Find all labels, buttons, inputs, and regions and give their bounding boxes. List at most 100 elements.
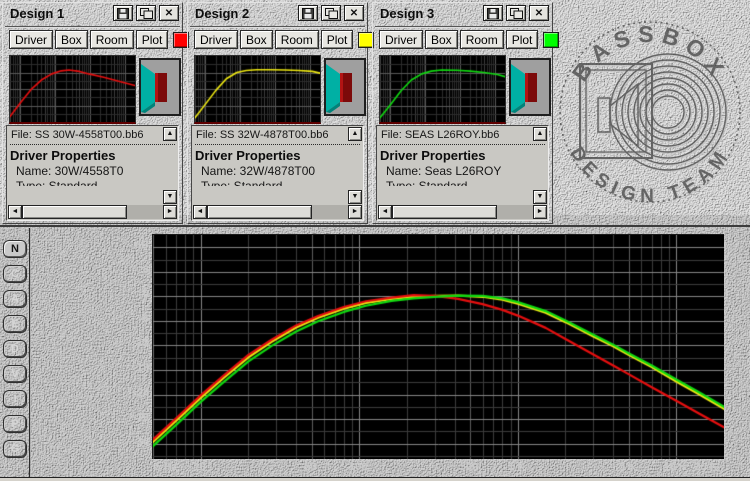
scroll-down-icon[interactable]: ▼: [163, 190, 177, 204]
frequency-response-chart: [152, 234, 724, 459]
tab-driver[interactable]: Driver: [9, 30, 53, 49]
scroll-right-icon[interactable]: ►: [163, 205, 177, 219]
window-bottom-edge: [0, 477, 750, 481]
speaker-box-icon: [139, 58, 181, 116]
copy-icon[interactable]: [136, 5, 156, 21]
tab-room[interactable]: Room: [274, 30, 319, 49]
tab-box[interactable]: Box: [55, 30, 88, 49]
tab-room[interactable]: Room: [89, 30, 134, 49]
driver-name: Name: 30W/4558T0: [16, 164, 124, 178]
y-tick-label: -36: [133, 435, 149, 448]
plot-side-button-p[interactable]: P: [3, 415, 27, 433]
plot-side-button-d[interactable]: D: [3, 340, 27, 358]
horizontal-scrollbar[interactable]: ◄ ►: [193, 205, 362, 219]
panel-divider: [0, 225, 750, 227]
tab-plot[interactable]: Plot: [135, 30, 169, 49]
scroll-up-icon[interactable]: ▲: [533, 127, 547, 141]
y-tick-label: -18: [133, 362, 149, 374]
driver-info-panel: File: SS 30W-4558T00.bb6 ▲ Driver Proper…: [6, 125, 179, 221]
tab-room[interactable]: Room: [459, 30, 504, 49]
scroll-left-icon[interactable]: ◄: [193, 205, 207, 219]
window-title: Design 1: [10, 6, 65, 21]
scrollbar-thumb[interactable]: [207, 205, 312, 219]
dotted-divider: [380, 144, 545, 145]
tab-driver[interactable]: Driver: [194, 30, 238, 49]
file-name: File: SS 32W-4878T00.bb6: [196, 129, 329, 141]
x-tick-label: 10: [193, 461, 206, 473]
x-tick-label: 50: [304, 461, 317, 473]
close-icon[interactable]: ✕: [529, 5, 549, 21]
close-icon[interactable]: ✕: [159, 5, 179, 21]
dotted-divider: [195, 144, 360, 145]
scrollbar-thumb[interactable]: [392, 205, 497, 219]
response-thumbnail-chart[interactable]: [194, 55, 321, 124]
titlebar[interactable]: Design 1 ✕: [3, 3, 182, 25]
save-icon[interactable]: [113, 5, 133, 21]
window-title: Design 3: [380, 6, 435, 21]
design-window-1: Design 1 ✕ Driver Box Room Plot File: SS…: [2, 2, 190, 224]
driver-info-panel: File: SEAS L26ROY.bb6 ▲ Driver Propertie…: [376, 125, 549, 221]
file-name: File: SS 30W-4558T00.bb6: [11, 129, 144, 141]
plot-color-swatch[interactable]: [543, 31, 560, 48]
divider: [190, 26, 365, 28]
y-tick-label: -12: [133, 337, 149, 350]
window-title: Design 2: [195, 6, 250, 21]
scroll-right-icon[interactable]: ►: [348, 205, 362, 219]
driver-properties-heading: Driver Properties: [10, 148, 116, 163]
y-tick-label: -6: [139, 312, 149, 325]
speaker-box-icon: [509, 58, 551, 116]
close-icon[interactable]: ✕: [344, 5, 364, 21]
scroll-left-icon[interactable]: ◄: [8, 205, 22, 219]
driver-info-panel: File: SS 32W-4878T00.bb6 ▲ Driver Proper…: [191, 125, 364, 221]
design-window-3: Design 3 ✕ Driver Box Room Plot File: SE…: [372, 2, 560, 224]
copy-icon[interactable]: [321, 5, 341, 21]
file-name: File: SEAS L26ROY.bb6: [381, 129, 500, 141]
scrollbar-thumb[interactable]: [22, 205, 127, 219]
plot-side-button-c[interactable]: C: [3, 265, 27, 283]
driver-properties-heading: Driver Properties: [380, 148, 486, 163]
x-tick-label: 500: [459, 461, 479, 473]
driver-type-clipped: Type: Standard: [201, 179, 283, 186]
tab-box[interactable]: Box: [240, 30, 273, 49]
plot-side-button-g[interactable]: G: [3, 440, 27, 458]
scroll-up-icon[interactable]: ▲: [348, 127, 362, 141]
plot-side-button-n[interactable]: N: [3, 240, 27, 258]
scroll-left-icon[interactable]: ◄: [378, 205, 392, 219]
tab-plot[interactable]: Plot: [320, 30, 354, 49]
titlebar[interactable]: Design 3 ✕: [373, 3, 552, 25]
titlebar[interactable]: Design 2 ✕: [188, 3, 367, 25]
tab-plot[interactable]: Plot: [505, 30, 539, 49]
tab-driver[interactable]: Driver: [379, 30, 423, 49]
copy-icon[interactable]: [506, 5, 526, 21]
y-tick-label: -24: [133, 386, 149, 399]
scroll-down-icon[interactable]: ▼: [533, 190, 547, 204]
divider: [375, 26, 550, 28]
scroll-down-icon[interactable]: ▼: [348, 190, 362, 204]
response-thumbnail-chart[interactable]: [9, 55, 136, 124]
plot-side-button-a[interactable]: A: [3, 290, 27, 308]
tab-box[interactable]: Box: [425, 30, 458, 49]
y-tick-label: 0: [142, 288, 149, 301]
driver-type-clipped: Type: Standard: [386, 179, 468, 186]
y-tick-label: dB: [134, 239, 149, 252]
plot-side-button-e[interactable]: E: [3, 315, 27, 333]
driver-name: Name: 32W/4878T00: [201, 164, 316, 178]
bassbox-app-window: BASSBOX DESIGN TEAM Design 1 ✕ Driv: [0, 0, 750, 481]
dotted-divider: [10, 144, 175, 145]
save-icon[interactable]: [483, 5, 503, 21]
x-tick-label: 5 K: [618, 461, 637, 473]
x-tick-label: 10 K: [663, 461, 687, 473]
plot-side-button-i[interactable]: I: [3, 390, 27, 408]
driver-type-clipped: Type: Standard: [16, 179, 98, 186]
save-icon[interactable]: [298, 5, 318, 21]
y-tick-label: -30: [133, 411, 149, 424]
plot-side-button-v[interactable]: V: [3, 365, 27, 383]
scroll-right-icon[interactable]: ►: [533, 205, 547, 219]
scroll-up-icon[interactable]: ▲: [163, 127, 177, 141]
x-tick-label: 1 K: [508, 461, 526, 473]
horizontal-scrollbar[interactable]: ◄ ►: [8, 205, 177, 219]
divider: [5, 26, 180, 28]
speaker-box-icon: [324, 58, 366, 116]
horizontal-scrollbar[interactable]: ◄ ►: [378, 205, 547, 219]
response-thumbnail-chart[interactable]: [379, 55, 506, 124]
